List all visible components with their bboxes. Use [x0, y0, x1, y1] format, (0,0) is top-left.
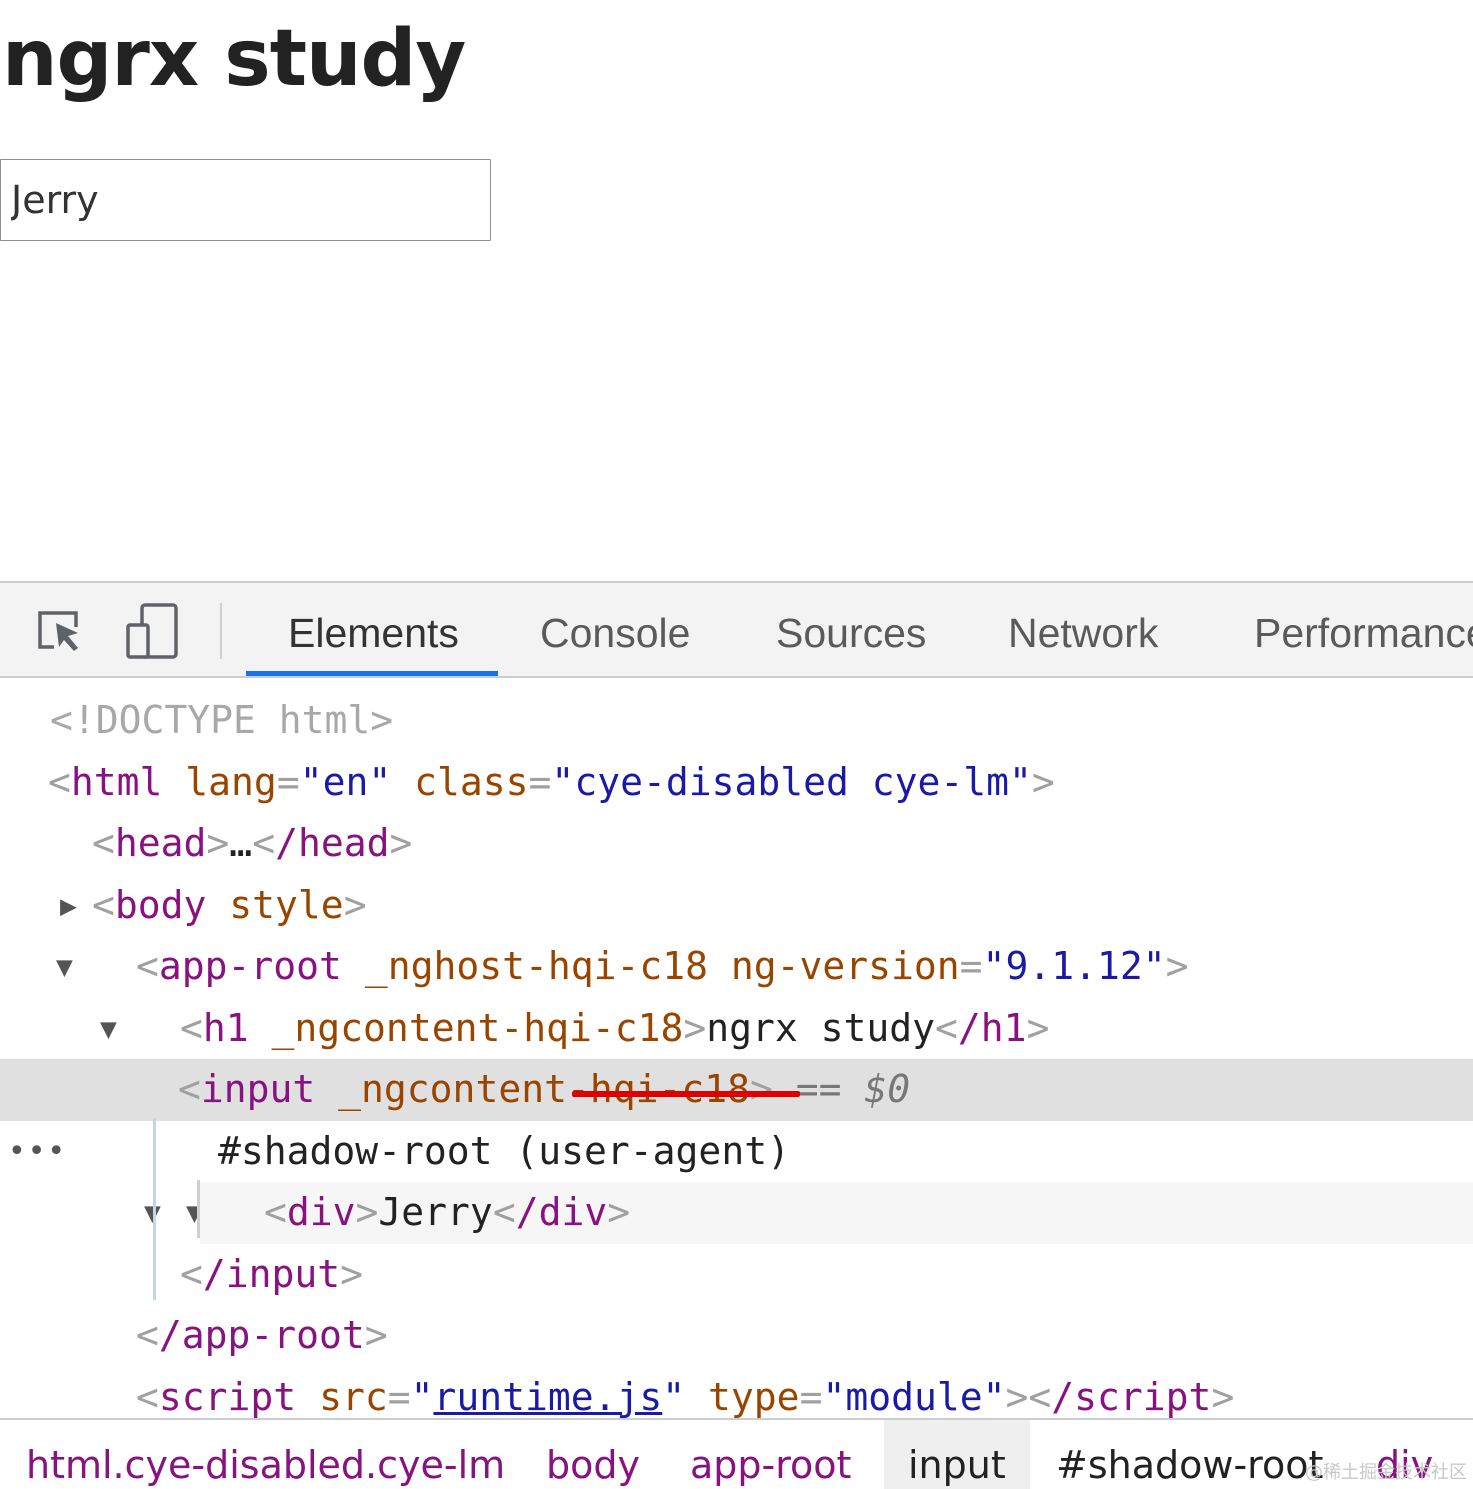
breadcrumb: html.cye-disabled.cye-lm body app-root i… — [0, 1418, 1473, 1489]
watermark: @稀土掘金技术社区 — [1305, 1462, 1467, 1483]
tab-console[interactable]: Console — [540, 583, 690, 676]
body-open-tag: <body style> — [92, 882, 367, 927]
dom-tree: <!DOCTYPE html> <html lang="en" class="c… — [0, 678, 1473, 1418]
app-root-close-tag: </app-root> — [136, 1313, 388, 1357]
crumb-body[interactable]: body — [546, 1420, 640, 1489]
name-input[interactable] — [0, 159, 491, 241]
input-close-tag: </input> — [180, 1251, 364, 1296]
crumb-app-root[interactable]: app-root — [690, 1420, 851, 1489]
tree-row-shadow-root[interactable]: ▼ #shadow-root (user-agent) — [0, 1121, 1473, 1230]
tree-guide-line — [153, 1118, 156, 1300]
crumb-shadow-root[interactable]: #shadow-root — [1056, 1420, 1323, 1489]
tab-sources[interactable]: Sources — [776, 583, 926, 676]
tab-performance[interactable]: Performance — [1254, 583, 1473, 676]
tab-network[interactable]: Network — [1008, 583, 1158, 676]
input-open-tag: <input _ngcontent-hqi-c18> == $0 — [178, 1067, 911, 1111]
script-element: <script src="runtime.js" type="module"><… — [136, 1374, 1235, 1419]
doctype-text: <!DOCTYPE html> — [50, 698, 394, 742]
crumb-input[interactable]: input — [884, 1420, 1030, 1489]
tree-row-input-selected[interactable]: ••• ▼ <input _ngcontent-hqi-c18> == $0 — [0, 1059, 1473, 1229]
crumb-html[interactable]: html.cye-disabled.cye-lm — [26, 1420, 505, 1489]
device-toolbar-icon[interactable] — [124, 603, 180, 659]
tree-row-app-root[interactable]: ▼ <app-root _nghost-hqi-c18 ng-version="… — [0, 936, 1473, 1045]
tree-row-script[interactable]: <script src="runtime.js" type="module"><… — [0, 1367, 1473, 1419]
head-collapsed-tag: <head>…</head> — [92, 821, 413, 865]
h1-element: <h1 _ngcontent-hqi-c18>ngrx study</h1> — [180, 1005, 1050, 1050]
tree-row-app-root-close[interactable]: </app-root> — [0, 1305, 1473, 1367]
toolbar-separator — [220, 603, 222, 659]
div-element: <div>Jerry</div> — [264, 1190, 631, 1234]
shadow-root-label: #shadow-root (user-agent) — [218, 1128, 790, 1173]
tree-row-head[interactable]: ▶ <head>…</head> — [0, 813, 1473, 922]
shadow-guide-line — [197, 1180, 200, 1238]
runtime-js-link[interactable]: runtime.js — [433, 1375, 662, 1419]
page-title: ngrx study — [2, 14, 466, 104]
tree-row-body[interactable]: ▼ <body style> — [0, 875, 1473, 984]
tree-row-html[interactable]: <html lang="en" class="cye-disabled cye-… — [0, 752, 1473, 814]
tree-row-div[interactable]: <div>Jerry</div> — [200, 1182, 1473, 1244]
annotation-underline — [572, 1091, 800, 1097]
devtools-panel: Elements Console Sources Network Perform… — [0, 581, 1473, 1489]
tree-row-doctype[interactable]: <!DOCTYPE html> — [0, 690, 1473, 752]
active-tab-indicator — [246, 671, 498, 676]
app-root-open-tag: <app-root _nghost-hqi-c18 ng-version="9.… — [136, 944, 1189, 988]
tab-elements[interactable]: Elements — [288, 583, 459, 676]
devtools-toolbar: Elements Console Sources Network Perform… — [0, 581, 1473, 678]
html-open-tag: <html lang="en" class="cye-disabled cye-… — [48, 759, 1055, 804]
inspect-element-icon[interactable] — [32, 603, 88, 659]
tree-row-input-close[interactable]: </input> — [0, 1244, 1473, 1306]
tree-row-h1[interactable]: <h1 _ngcontent-hqi-c18>ngrx study</h1> — [0, 998, 1473, 1060]
